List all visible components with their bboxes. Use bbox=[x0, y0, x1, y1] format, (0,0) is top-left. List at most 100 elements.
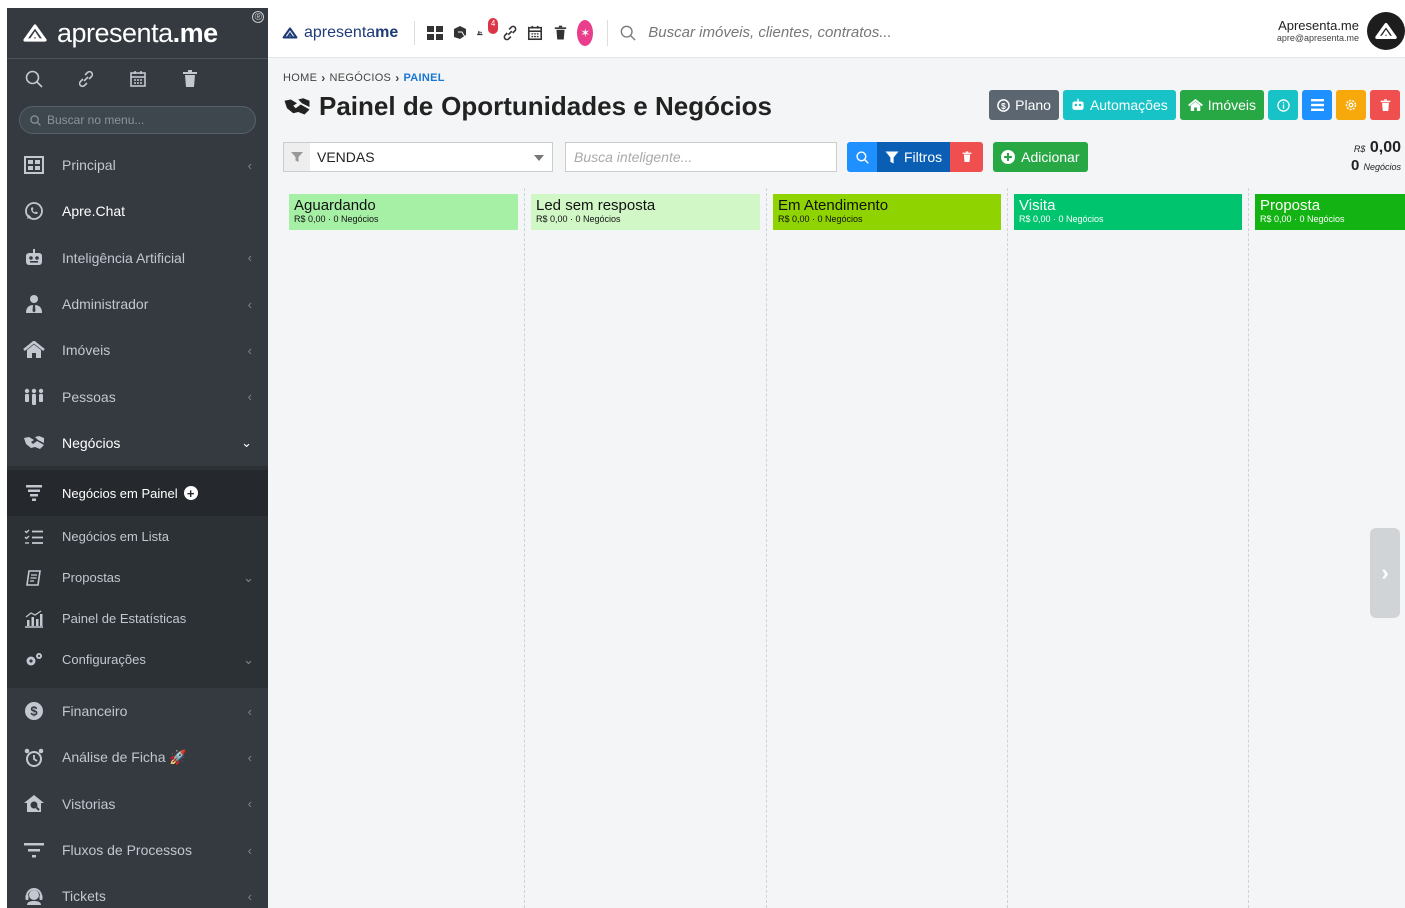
sidebar-item-principal[interactable]: Principal ‹ bbox=[7, 142, 268, 188]
search-icon bbox=[30, 114, 41, 126]
filters-button[interactable]: Filtros bbox=[877, 142, 951, 172]
sidebar-item-analise-ficha[interactable]: Análise de Ficha 🚀 ‹ bbox=[7, 734, 268, 780]
sidebar-item-financeiro[interactable]: $ Financeiro ‹ bbox=[7, 688, 268, 734]
topbar-logo-bold: me bbox=[375, 23, 399, 41]
smart-search-input[interactable]: Busca inteligente... bbox=[565, 142, 837, 172]
sidebar-item-aprechat[interactable]: Apre.Chat bbox=[7, 188, 268, 234]
sidebar-subitem-configuracoes[interactable]: Configurações ⌄ bbox=[7, 639, 268, 680]
brand-dot: . bbox=[172, 17, 181, 48]
list-view-button[interactable] bbox=[1302, 90, 1332, 120]
brand-name-light: apresenta bbox=[57, 17, 173, 48]
add-circle-icon[interactable]: + bbox=[183, 486, 198, 501]
sidebar-subitem-propostas[interactable]: Propostas ⌄ bbox=[7, 557, 268, 598]
sidebar-item-pessoas[interactable]: Pessoas ‹ bbox=[7, 373, 268, 419]
sidebar-item-label: Principal bbox=[62, 157, 116, 174]
global-search-input[interactable]: Buscar imóveis, clientes, contratos... bbox=[607, 19, 892, 46]
sidebar-subitem-negocios-painel[interactable]: Negócios em Painel + bbox=[7, 470, 268, 517]
chevron-left-icon: ‹ bbox=[247, 888, 252, 904]
funnel-icon bbox=[23, 482, 45, 504]
settings-button[interactable] bbox=[1336, 90, 1366, 120]
column-subtitle: R$ 0,00 · 0 Negócios bbox=[536, 214, 621, 224]
sidebar-search-placeholder: Buscar no menu... bbox=[47, 113, 145, 127]
breadcrumb-section[interactable]: NEGÓCIOS bbox=[330, 72, 392, 84]
automacoes-button[interactable]: Automações bbox=[1062, 90, 1176, 120]
chevron-left-icon: ‹ bbox=[247, 342, 252, 358]
sidebar-submenu-negocios: Negócios em Painel + Negócios em Lista P… bbox=[7, 466, 268, 689]
sync-dollar-icon: $ bbox=[997, 98, 1010, 112]
trash-icon[interactable] bbox=[552, 25, 568, 41]
user-tie-icon bbox=[23, 293, 45, 315]
kanban-column: Led sem resposta R$ 0,00 · 0 Negócios bbox=[525, 188, 767, 908]
gear-icon bbox=[1345, 99, 1357, 111]
dashboard-icon[interactable] bbox=[427, 25, 444, 40]
sidebar-search-input[interactable]: Buscar no menu... bbox=[19, 106, 256, 134]
clear-filters-button[interactable] bbox=[950, 142, 984, 172]
sparkles-icon[interactable]: ✶ bbox=[577, 19, 594, 46]
link-icon[interactable] bbox=[75, 70, 97, 88]
divider bbox=[414, 20, 416, 45]
user-info[interactable]: Apresenta.me apre@apresenta.me bbox=[1277, 18, 1359, 43]
chevron-down-icon: ⌄ bbox=[241, 434, 252, 450]
brand-logo[interactable]: apresenta. me ® bbox=[7, 8, 268, 58]
calendar-icon[interactable] bbox=[127, 70, 149, 88]
column-header[interactable]: Led sem resposta R$ 0,00 · 0 Negócios bbox=[531, 194, 760, 230]
sidebar-item-tickets[interactable]: Tickets ‹ bbox=[7, 873, 268, 908]
chevron-left-icon: ‹ bbox=[247, 796, 252, 812]
sidebar-subitem-estatisticas[interactable]: Painel de Estatísticas bbox=[7, 598, 268, 639]
sidebar-subitem-label: Negócios em Lista bbox=[62, 529, 169, 545]
info-button[interactable] bbox=[1268, 90, 1298, 120]
add-button[interactable]: Adicionar bbox=[993, 142, 1088, 172]
handshake-icon bbox=[23, 432, 45, 454]
totals-summary: R$ 0,00 0 Negócios bbox=[1351, 140, 1401, 174]
sidebar-item-label: Apre.Chat bbox=[62, 203, 126, 220]
sidebar-item-negocios[interactable]: Negócios ⌄ bbox=[7, 420, 268, 466]
column-header[interactable]: Proposta R$ 0,00 · 0 Negócios bbox=[1255, 194, 1405, 230]
column-subtitle: R$ 0,00 · 0 Negócios bbox=[1260, 214, 1345, 224]
chevron-right-icon: › bbox=[321, 71, 326, 85]
chevron-down-icon: ⌄ bbox=[243, 569, 254, 585]
page-actions: $ Plano Automações Imóveis bbox=[989, 90, 1400, 120]
link-icon[interactable] bbox=[502, 25, 518, 41]
plano-button[interactable]: $ Plano bbox=[989, 90, 1059, 120]
column-title: Em Atendimento bbox=[778, 197, 889, 214]
column-header[interactable]: Em Atendimento R$ 0,00 · 0 Negócios bbox=[773, 194, 1001, 230]
breadcrumb: HOME › NEGÓCIOS › PAINEL bbox=[283, 71, 445, 85]
sidebar-item-label: Análise de Ficha 🚀 bbox=[62, 749, 187, 766]
scroll-right-button[interactable]: › bbox=[1370, 528, 1400, 618]
list-check-icon bbox=[23, 526, 45, 548]
chevron-left-icon: ‹ bbox=[247, 250, 252, 266]
handshake-icon bbox=[284, 97, 310, 114]
users-notification-icon[interactable]: 4 bbox=[477, 17, 499, 41]
robot-icon bbox=[23, 247, 45, 269]
chevron-left-icon: ‹ bbox=[247, 157, 252, 173]
sidebar-item-administrador[interactable]: Administrador ‹ bbox=[7, 281, 268, 327]
avatar[interactable] bbox=[1367, 12, 1405, 50]
topbar-logo[interactable]: apresenta me bbox=[280, 24, 398, 42]
sidebar-item-ia[interactable]: Inteligência Artificial ‹ bbox=[7, 235, 268, 281]
calendar-icon[interactable] bbox=[527, 25, 543, 41]
sidebar-subitem-negocios-lista[interactable]: Negócios em Lista bbox=[7, 516, 268, 557]
sidebar-item-imoveis[interactable]: Imóveis ‹ bbox=[7, 327, 268, 373]
delete-button[interactable] bbox=[1370, 90, 1400, 120]
sidebar-item-fluxos[interactable]: Fluxos de Processos ‹ bbox=[7, 827, 268, 873]
kanban-column: Visita R$ 0,00 · 0 Negócios bbox=[1008, 188, 1249, 908]
main-content: HOME › NEGÓCIOS › PAINEL Painel de Oportu… bbox=[268, 58, 1405, 908]
chat-icon[interactable] bbox=[452, 25, 468, 41]
column-subtitle: R$ 0,00 · 0 Negócios bbox=[1019, 214, 1104, 224]
breadcrumb-home[interactable]: HOME bbox=[283, 72, 317, 84]
alarm-icon bbox=[23, 747, 45, 769]
search-icon[interactable] bbox=[23, 70, 45, 88]
sidebar-item-label: Vistorias bbox=[62, 795, 116, 812]
add-label: Adicionar bbox=[1021, 149, 1080, 165]
filter-icon bbox=[885, 151, 899, 163]
column-header[interactable]: Aguardando R$ 0,00 · 0 Negócios bbox=[289, 194, 518, 230]
pipeline-select[interactable]: VENDAS bbox=[283, 142, 553, 172]
sidebar-subitem-label: Painel de Estatísticas bbox=[62, 611, 187, 627]
search-button[interactable] bbox=[847, 142, 877, 172]
column-header[interactable]: Visita R$ 0,00 · 0 Negócios bbox=[1014, 194, 1242, 230]
imoveis-button[interactable]: Imóveis bbox=[1179, 90, 1264, 120]
trash-icon[interactable] bbox=[179, 69, 201, 88]
sidebar-item-vistorias[interactable]: Vistorias ‹ bbox=[7, 781, 268, 827]
user-email: apre@apresenta.me bbox=[1276, 33, 1359, 43]
currency-label: R$ bbox=[1353, 144, 1366, 154]
